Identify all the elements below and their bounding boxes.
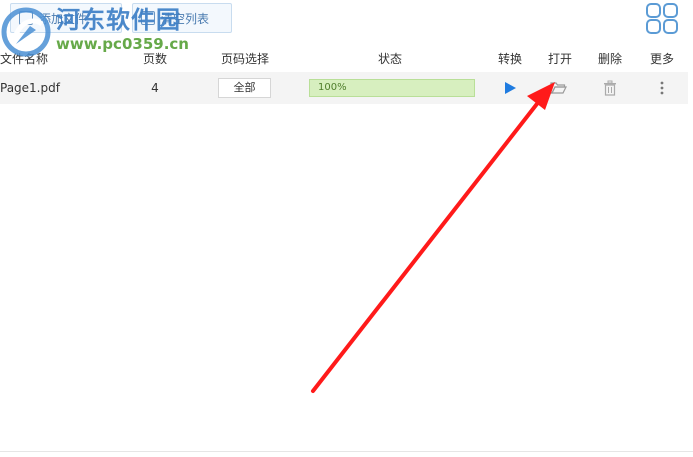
site-watermark: 河东软件园 www.pc0359.cn [0,6,189,58]
grid-view-icon[interactable] [645,3,679,35]
table-row[interactable]: Page1.pdf 4 全部 100% [0,72,688,104]
page-count: 4 [151,81,159,95]
footer-divider [0,451,693,452]
progress-text: 100% [318,82,347,93]
header-open: 打开 [547,52,572,66]
header-convert: 转换 [497,52,522,66]
watermark-logo-icon [1,7,51,57]
watermark-title: 河东软件园 [56,6,181,34]
page-range-select[interactable]: 全部 [218,78,271,98]
file-name: Page1.pdf [0,81,60,95]
watermark-url: www.pc0359.cn [56,35,189,53]
more-vertical-icon[interactable] [653,79,671,97]
header-range: 页码选择 [220,52,269,66]
conversion-progress-bar: 100% [309,79,475,97]
folder-open-icon[interactable] [549,79,567,97]
play-icon[interactable] [501,79,519,97]
header-delete: 删除 [597,52,622,66]
header-status: 状态 [377,52,402,66]
trash-icon[interactable] [601,79,619,97]
header-more: 更多 [649,52,674,66]
